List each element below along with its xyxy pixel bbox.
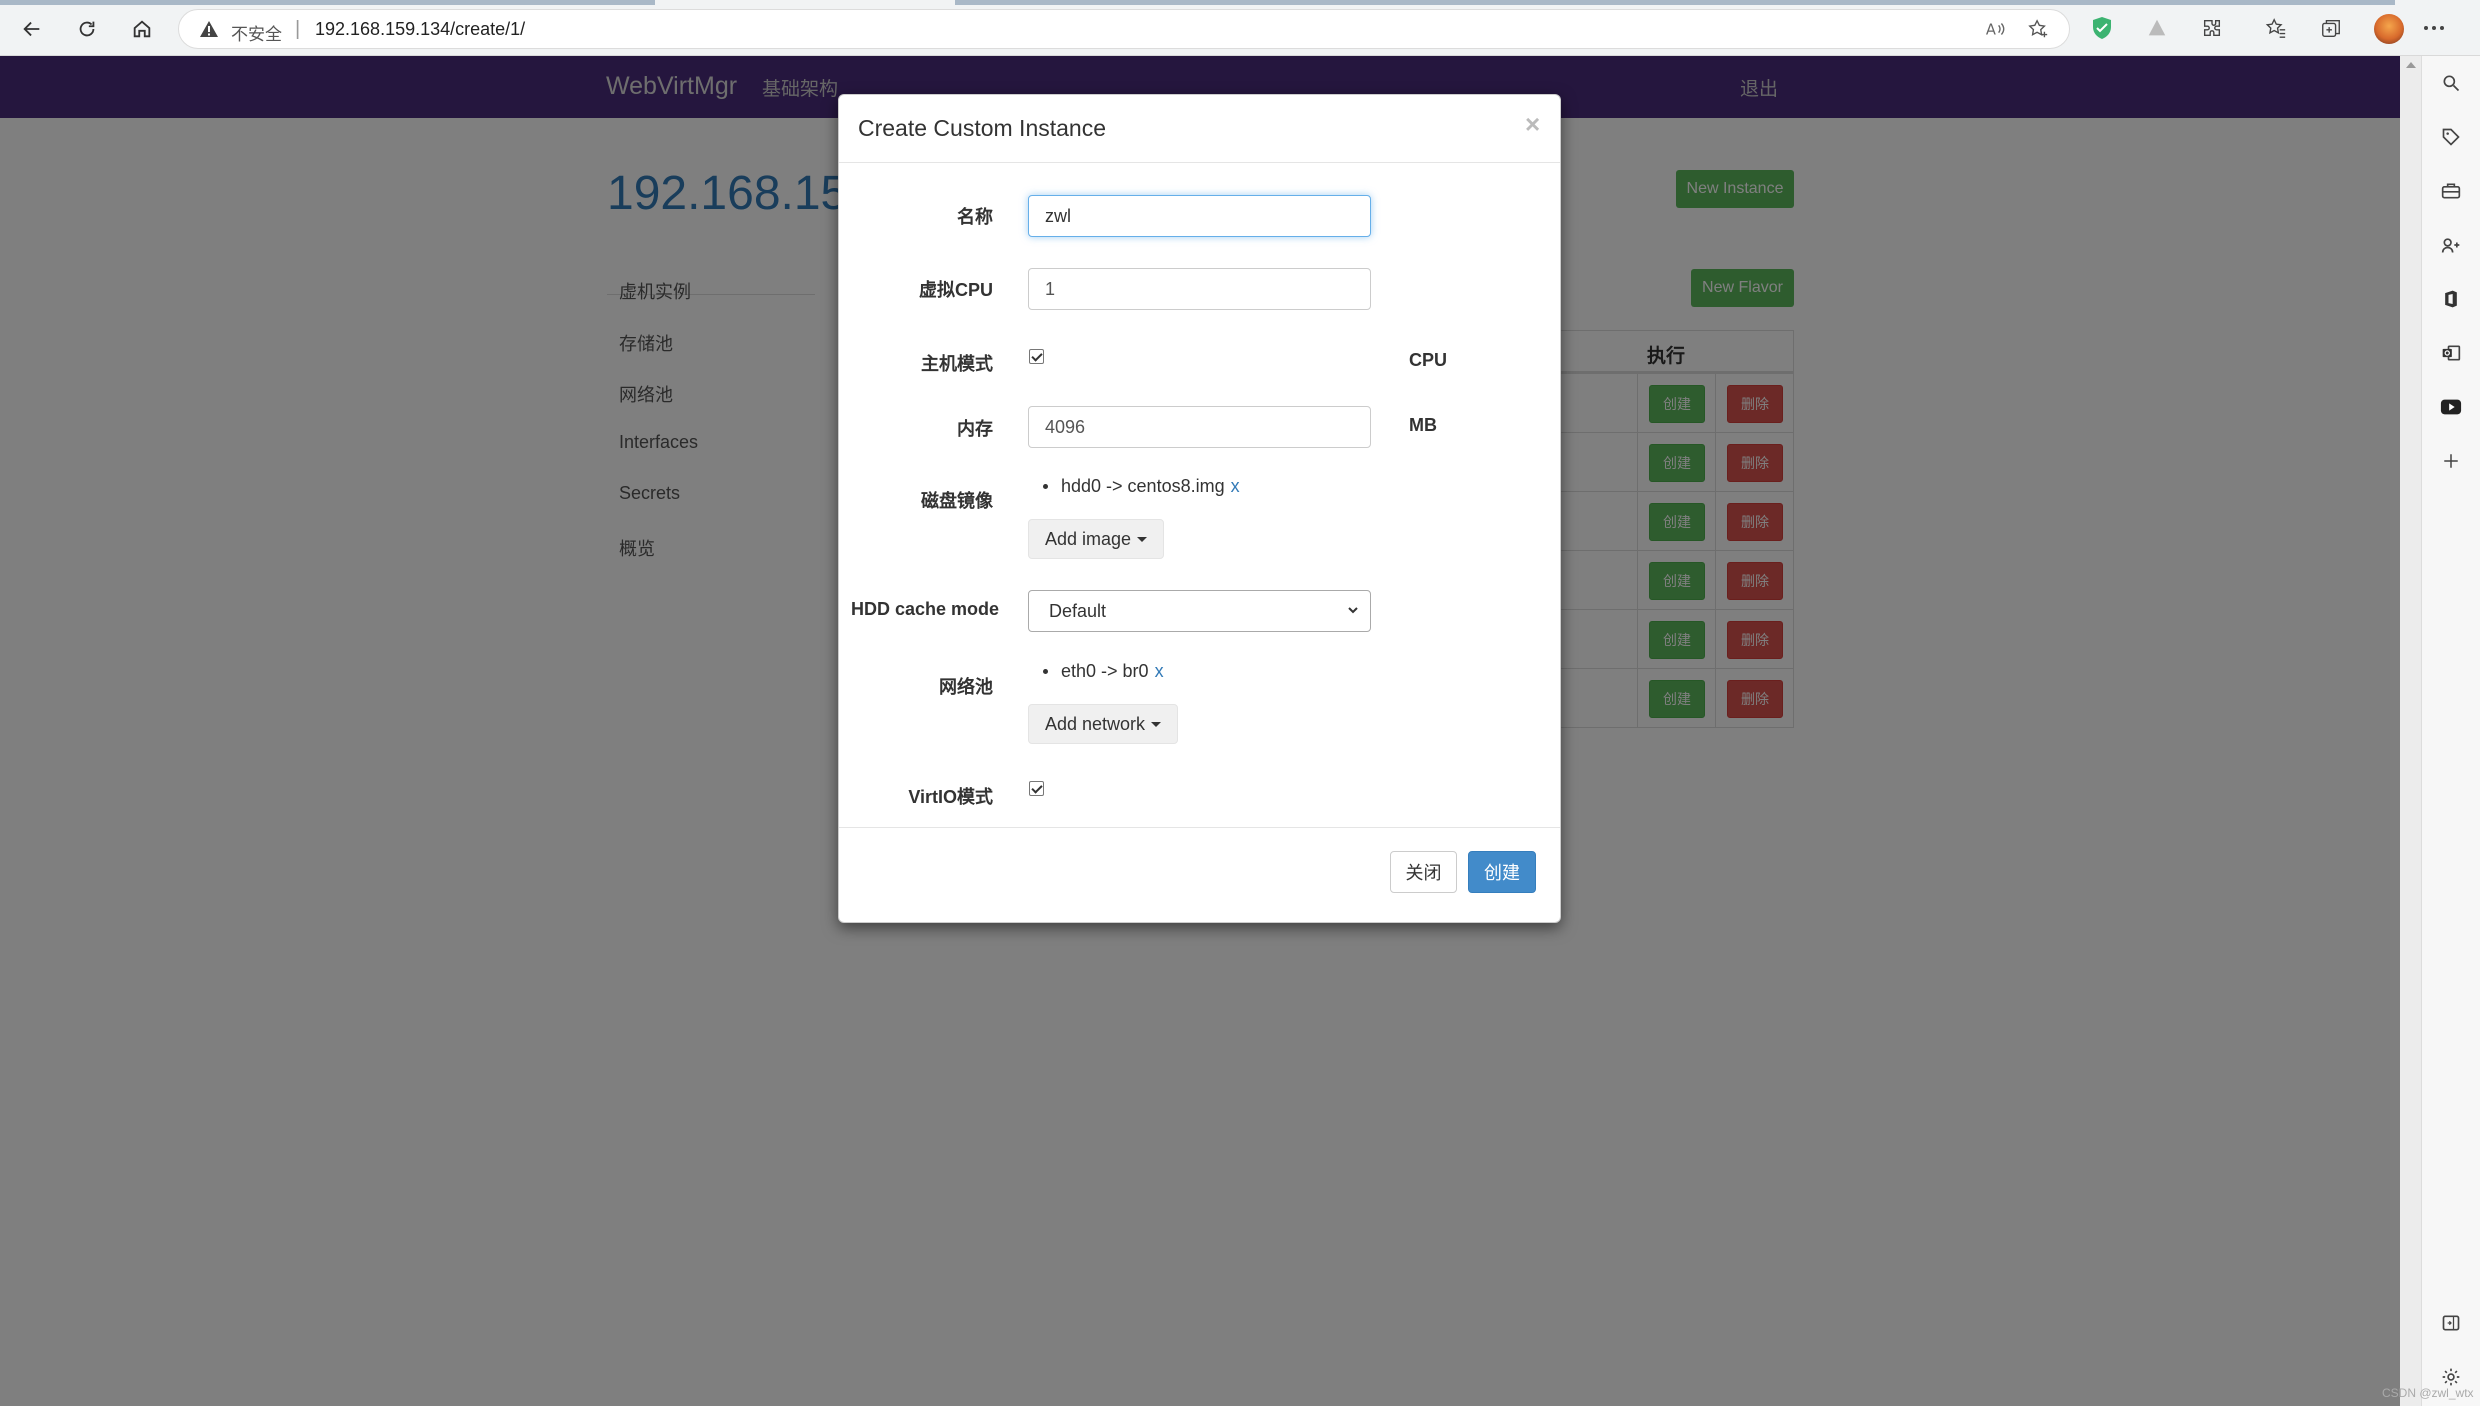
add-network-label: Add network (1045, 713, 1146, 734)
add-favorite-icon[interactable] (2027, 18, 2051, 42)
svg-text:A: A (1986, 22, 1996, 39)
collections-icon[interactable] (2317, 14, 2345, 42)
caret-down-icon (1151, 721, 1162, 727)
host-mode-checkbox[interactable] (1029, 349, 1044, 364)
add-icon[interactable] (2438, 448, 2464, 474)
favorites-icon[interactable] (2262, 14, 2290, 42)
browser-tab-active[interactable] (0, 0, 655, 5)
disk-image-label: 磁盘镜像 (921, 491, 993, 511)
browser-toolbar: 不安全 | 192.168.159.134/create/1/ A (0, 0, 2480, 56)
games-icon[interactable] (2438, 232, 2464, 258)
add-network-button[interactable]: Add network (1028, 704, 1179, 744)
memory-unit: MB (1409, 415, 1437, 435)
add-image-label: Add image (1045, 528, 1132, 549)
home-icon[interactable] (124, 12, 160, 46)
vcpu-label: 虚拟CPU (918, 280, 993, 300)
network-label: 网络池 (939, 677, 993, 697)
virtio-checkbox[interactable] (1029, 781, 1044, 796)
add-image-button[interactable]: Add image (1028, 519, 1165, 559)
watermark: CSDN @zwl_wtx (2382, 1386, 2474, 1400)
scroll-up-icon[interactable] (2406, 62, 2416, 68)
shield-extension-icon[interactable] (2088, 14, 2116, 42)
warning-icon (199, 20, 219, 38)
name-label: 名称 (957, 207, 993, 227)
url-text[interactable]: 192.168.159.134/create/1/ (315, 19, 525, 40)
web-page: WebVirtMgr 基础架构 退出 192.168.159.134 New I… (0, 56, 2400, 1406)
extension-triangle-icon[interactable] (2143, 14, 2171, 42)
browser-sidebar (2400, 56, 2480, 1406)
memory-label: 内存 (957, 419, 993, 439)
caret-down-icon (1137, 536, 1148, 542)
modal-header-divider (839, 162, 1560, 163)
disk-image-text: hdd0 -> centos8.img (1061, 476, 1225, 496)
cache-mode-select[interactable]: Default (1028, 590, 1371, 632)
chevron-down-icon (1348, 607, 1358, 614)
name-input[interactable] (1028, 195, 1371, 237)
address-bar[interactable]: 不安全 | 192.168.159.134/create/1/ A (178, 9, 2070, 49)
vcpu-input[interactable] (1028, 268, 1371, 310)
network-item: eth0 -> br0 x (1043, 661, 1164, 682)
scrollbar[interactable] (2400, 56, 2422, 1406)
tag-icon[interactable] (2438, 124, 2464, 150)
modal-footer-divider (839, 827, 1560, 828)
network-text: eth0 -> br0 (1061, 661, 1149, 681)
modal-title: Create Custom Instance (858, 115, 1107, 141)
back-icon[interactable] (14, 12, 50, 46)
host-mode-unit: CPU (1409, 350, 1448, 370)
disk-image-item: hdd0 -> centos8.img x (1043, 476, 1240, 497)
refresh-icon[interactable] (69, 12, 105, 46)
profile-avatar[interactable] (2374, 14, 2404, 44)
office-icon[interactable] (2438, 286, 2464, 312)
modal-close-icon[interactable]: × (1525, 109, 1540, 140)
toolbox-icon[interactable] (2438, 178, 2464, 204)
create-button[interactable]: 创建 (1468, 851, 1536, 893)
outlook-icon[interactable] (2438, 340, 2464, 366)
remove-disk-link[interactable]: x (1231, 476, 1240, 496)
cache-mode-value: Default (1049, 601, 1107, 621)
create-instance-modal: Create Custom Instance × 名称 虚拟CPU 主机模式 C… (838, 94, 1561, 923)
youtube-icon[interactable] (2438, 394, 2464, 420)
virtio-label: VirtIO模式 (908, 787, 993, 807)
address-separator: | (295, 18, 301, 40)
extensions-puzzle-icon[interactable] (2198, 14, 2226, 42)
cache-mode-label: HDD cache mode (850, 599, 999, 619)
read-aloud-icon[interactable]: A (1984, 18, 2008, 42)
search-icon[interactable] (2438, 70, 2464, 96)
more-menu-icon[interactable] (2420, 14, 2448, 42)
browser-tab[interactable] (955, 0, 2395, 5)
memory-input[interactable] (1028, 406, 1371, 448)
close-button[interactable]: 关闭 (1390, 851, 1457, 893)
insecure-label[interactable]: 不安全 (231, 20, 282, 45)
sidebar-toggle-icon[interactable] (2438, 1310, 2464, 1336)
host-mode-label: 主机模式 (921, 354, 993, 374)
remove-network-link[interactable]: x (1155, 661, 1164, 681)
